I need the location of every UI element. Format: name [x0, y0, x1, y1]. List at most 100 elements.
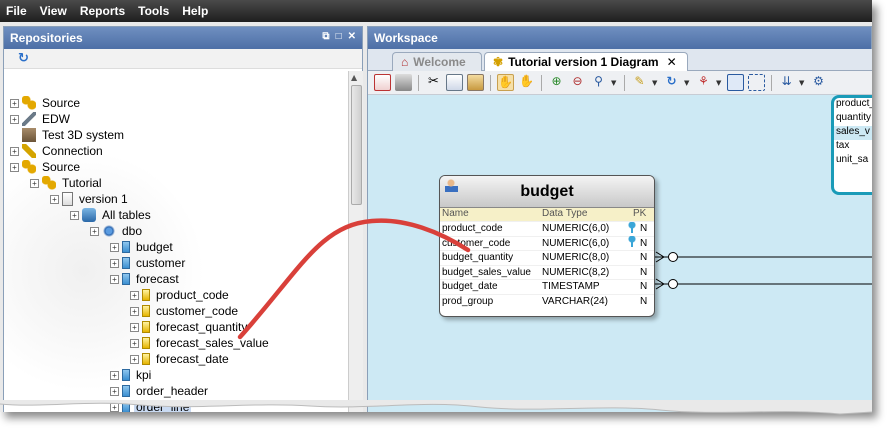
cut-icon[interactable]: ✂	[425, 74, 442, 91]
refresh-icon[interactable]: ↻	[18, 51, 29, 66]
menu-view[interactable]: View	[40, 4, 67, 18]
tree-item[interactable]: + forecast_date	[130, 351, 231, 367]
restore-icon[interactable]: ⧉	[322, 31, 329, 42]
expand-icon[interactable]: +	[30, 178, 39, 188]
tree-item[interactable]: + All tables	[70, 207, 153, 223]
copy-icon[interactable]	[446, 74, 463, 91]
dropdown-icon[interactable]: ▼	[611, 79, 618, 87]
zoom-icon[interactable]: ⚲	[590, 74, 607, 91]
expand-icon[interactable]: +	[130, 354, 139, 364]
expand-icon[interactable]: +	[10, 146, 19, 156]
tree-item[interactable]: +Test 3D system	[10, 127, 126, 143]
expand-icon[interactable]: +	[10, 98, 19, 108]
diagram-icon: ✾	[493, 55, 504, 69]
tree-scrollbar[interactable]: ▲	[348, 71, 363, 412]
dropdown-icon[interactable]: ▼	[652, 79, 659, 87]
tree-item[interactable]: + version 1	[50, 191, 130, 207]
expand-icon[interactable]: +	[130, 306, 139, 316]
pdf-icon[interactable]	[374, 74, 391, 91]
entity-row[interactable]: budget_sales_value NUMERIC(8,2) N	[440, 264, 654, 280]
tree-item[interactable]: + customer	[110, 255, 187, 271]
expand-icon[interactable]: +	[130, 290, 139, 300]
tree-item[interactable]: + dbo	[90, 223, 144, 239]
table-icon	[122, 273, 130, 285]
expand-icon[interactable]: +	[110, 242, 119, 252]
diagram-canvas[interactable]: product_ quantity sales_v tax unit_sa bu…	[368, 95, 872, 412]
tree-item-label: customer_code	[156, 304, 239, 318]
connection-icon	[22, 144, 36, 158]
entity-row[interactable]: prod_group VARCHAR(24) N	[440, 293, 654, 309]
expand-icon[interactable]: +	[110, 274, 119, 284]
repository-tree[interactable]: +Source+EDW+Test 3D system+Connection+So…	[4, 71, 348, 412]
tree-item[interactable]: + budget	[110, 239, 175, 255]
maximize-icon[interactable]: □	[336, 31, 342, 42]
expand-icon[interactable]: +	[130, 322, 139, 332]
grid-icon[interactable]	[727, 74, 744, 91]
entity-row[interactable]: budget_quantity NUMERIC(8,0) N	[440, 250, 654, 265]
tree-item[interactable]: + product_code	[130, 287, 231, 303]
scrollbar-thumb[interactable]	[351, 85, 362, 205]
tree-item[interactable]: + EDW	[10, 111, 72, 127]
align-icon[interactable]: ⇊	[778, 74, 795, 91]
tab-welcome[interactable]: ⌂ Welcome	[392, 52, 482, 71]
fit-icon[interactable]	[748, 74, 765, 91]
menu-reports[interactable]: Reports	[80, 4, 125, 18]
zoom-in-icon[interactable]: ⊕	[548, 74, 565, 91]
dropdown-icon[interactable]: ▼	[684, 79, 691, 87]
column-name: customer_code	[442, 237, 511, 249]
tree-item[interactable]: + customer_code	[130, 303, 240, 319]
table-icon	[122, 257, 130, 269]
column-type: NUMERIC(6,0)	[542, 237, 610, 249]
select-hand-icon[interactable]: ✋	[497, 74, 514, 91]
entity-column-headers: Name Data Type PK	[440, 208, 654, 221]
options-icon[interactable]: ⚙	[810, 74, 827, 91]
dropdown-icon[interactable]: ▼	[716, 79, 723, 87]
tree-item[interactable]: + forecast_sales_value	[130, 335, 271, 351]
toolbar-separator	[490, 74, 491, 91]
expand-icon[interactable]: +	[90, 226, 99, 236]
tree-item[interactable]: + forecast	[110, 271, 181, 287]
print-icon[interactable]	[395, 74, 412, 91]
refresh-layout-icon[interactable]: ↻	[663, 74, 680, 91]
tree-item-label: forecast	[136, 272, 179, 286]
expand-icon[interactable]: +	[10, 162, 19, 172]
tree-item-label: Source	[42, 96, 81, 110]
expand-icon[interactable]: +	[110, 370, 119, 380]
tree-item[interactable]: + kpi	[110, 367, 153, 383]
tab-close-icon[interactable]: ✕	[667, 55, 677, 69]
entity-row[interactable]: budget_date TIMESTAMP N	[440, 279, 654, 294]
expand-icon[interactable]: +	[110, 386, 119, 396]
pencil-icon[interactable]: ✎	[631, 74, 648, 91]
expand-icon[interactable]: +	[130, 338, 139, 348]
paste-icon[interactable]	[467, 74, 484, 91]
pan-hand-icon[interactable]: ✋	[518, 74, 535, 91]
tab-diagram[interactable]: ✾ Tutorial version 1 Diagram ✕	[484, 52, 688, 71]
entity-row[interactable]: customer_code NUMERIC(6,0) N	[440, 235, 654, 251]
scroll-up-icon[interactable]: ▲	[351, 73, 357, 82]
dropdown-icon[interactable]: ▼	[799, 79, 806, 87]
tree-item[interactable]: + order_header	[110, 383, 210, 399]
menu-tools[interactable]: Tools	[138, 4, 169, 18]
expand-icon[interactable]: +	[110, 258, 119, 268]
entity-budget[interactable]: budget Name Data Type PK product_code NUM…	[439, 175, 655, 317]
menu-help[interactable]: Help	[182, 4, 208, 18]
toolbar-separator	[624, 74, 625, 91]
torn-edge	[0, 400, 873, 415]
expand-icon[interactable]: +	[10, 114, 19, 124]
expand-icon[interactable]: +	[70, 210, 79, 220]
workspace-header: Workspace	[368, 27, 871, 49]
close-icon[interactable]: ✕	[348, 31, 356, 42]
tree-item[interactable]: + forecast_quantity	[130, 319, 249, 335]
zoom-out-icon[interactable]: ⊖	[569, 74, 586, 91]
tree-item[interactable]: + Connection	[10, 143, 105, 159]
tree-item[interactable]: + Source	[10, 159, 82, 175]
column-type: NUMERIC(6,0)	[542, 223, 610, 235]
menu-file[interactable]: File	[6, 4, 27, 18]
tree-item-label: Tutorial	[62, 176, 102, 190]
layout-icon[interactable]: ⚘	[695, 74, 712, 91]
expand-icon[interactable]: +	[50, 194, 59, 204]
entity-row[interactable]: product_code NUMERIC(6,0) N	[440, 221, 654, 236]
tree-item[interactable]: + Source	[10, 95, 82, 111]
repositories-header: Repositories ⧉ □ ✕	[4, 27, 362, 49]
tree-item[interactable]: + Tutorial	[30, 175, 104, 191]
